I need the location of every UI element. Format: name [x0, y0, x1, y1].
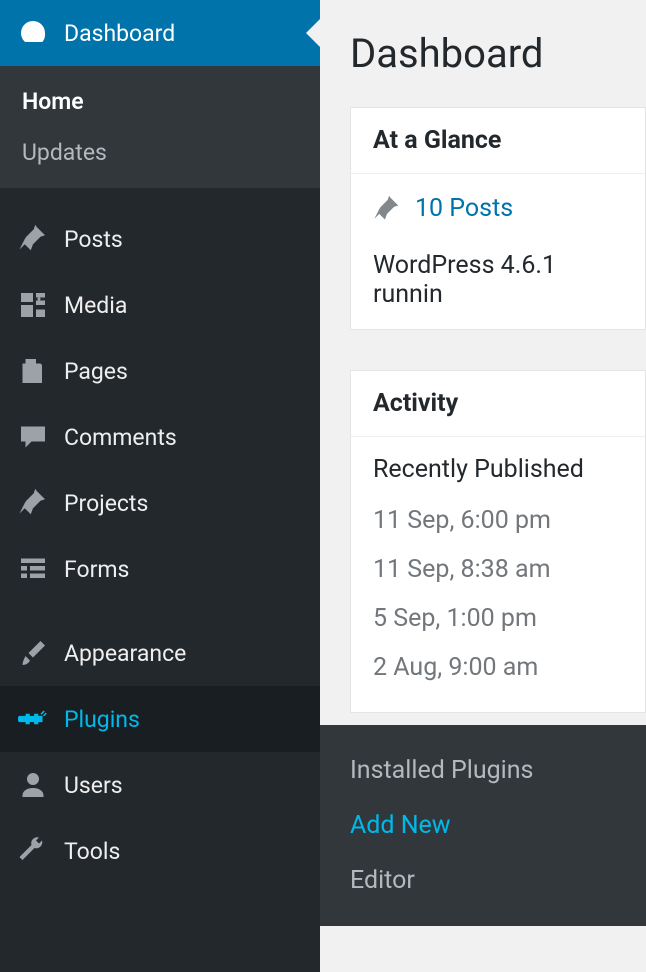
- sidebar-item-tools[interactable]: Tools: [0, 818, 320, 884]
- at-glance-header: At a Glance: [351, 108, 645, 174]
- pin-icon: [18, 224, 48, 254]
- subnav-item-updates[interactable]: Updates: [0, 127, 320, 178]
- recently-published-title: Recently Published: [373, 455, 623, 484]
- sidebar-label-tools: Tools: [64, 838, 120, 865]
- sidebar-item-projects[interactable]: Projects: [0, 470, 320, 536]
- admin-sidebar: Dashboard Home Updates Posts Media Pages…: [0, 0, 320, 972]
- sidebar-item-users[interactable]: Users: [0, 752, 320, 818]
- activity-date: 11 Sep, 8:38 am: [373, 555, 623, 584]
- sidebar-item-media[interactable]: Media: [0, 272, 320, 338]
- sidebar-item-dashboard[interactable]: Dashboard: [0, 0, 320, 66]
- activity-date: 2 Aug, 9:00 am: [373, 653, 623, 682]
- sidebar-label-projects: Projects: [64, 490, 148, 517]
- plugins-flyout: Installed Plugins Add New Editor: [320, 725, 646, 926]
- sidebar-item-forms[interactable]: Forms: [0, 536, 320, 602]
- sidebar-label-pages: Pages: [64, 358, 128, 385]
- sidebar-label-appearance: Appearance: [64, 640, 186, 667]
- activity-date: 5 Sep, 1:00 pm: [373, 604, 623, 633]
- sidebar-label-media: Media: [64, 292, 127, 319]
- main-content: Dashboard At a Glance 10 Posts WordPress…: [320, 0, 646, 972]
- pin-icon: [373, 195, 401, 223]
- user-icon: [18, 770, 48, 800]
- brush-icon: [18, 638, 48, 668]
- sidebar-item-comments[interactable]: Comments: [0, 404, 320, 470]
- dashboard-icon: [18, 18, 48, 48]
- flyout-installed-plugins[interactable]: Installed Plugins: [320, 743, 646, 798]
- activity-card: Activity Recently Published 11 Sep, 6:00…: [350, 370, 646, 713]
- forms-icon: [18, 554, 48, 584]
- subnav-item-home[interactable]: Home: [0, 76, 320, 127]
- at-a-glance-card: At a Glance 10 Posts WordPress 4.6.1 run…: [350, 107, 646, 330]
- sidebar-item-pages[interactable]: Pages: [0, 338, 320, 404]
- media-icon: [18, 290, 48, 320]
- sidebar-item-plugins[interactable]: Plugins: [0, 686, 320, 752]
- wrench-icon: [18, 836, 48, 866]
- dashboard-subnav: Home Updates: [0, 66, 320, 188]
- flyout-editor[interactable]: Editor: [320, 853, 646, 908]
- pages-icon: [18, 356, 48, 386]
- activity-date: 11 Sep, 6:00 pm: [373, 506, 623, 535]
- sidebar-item-appearance[interactable]: Appearance: [0, 620, 320, 686]
- sidebar-label-posts: Posts: [64, 226, 123, 253]
- sidebar-label-plugins: Plugins: [64, 706, 140, 733]
- pin-icon: [18, 488, 48, 518]
- sidebar-label-users: Users: [64, 772, 123, 799]
- sidebar-label-comments: Comments: [64, 424, 177, 451]
- plug-icon: [18, 704, 48, 734]
- comment-icon: [18, 422, 48, 452]
- wp-version-text: WordPress 4.6.1 runnin: [373, 251, 623, 309]
- flyout-add-new[interactable]: Add New: [320, 798, 646, 853]
- sidebar-item-posts[interactable]: Posts: [0, 206, 320, 272]
- sidebar-label-forms: Forms: [64, 556, 129, 583]
- page-title: Dashboard: [350, 30, 646, 77]
- activity-header: Activity: [351, 371, 645, 437]
- posts-count-link[interactable]: 10 Posts: [415, 194, 513, 223]
- sidebar-label-dashboard: Dashboard: [64, 20, 175, 47]
